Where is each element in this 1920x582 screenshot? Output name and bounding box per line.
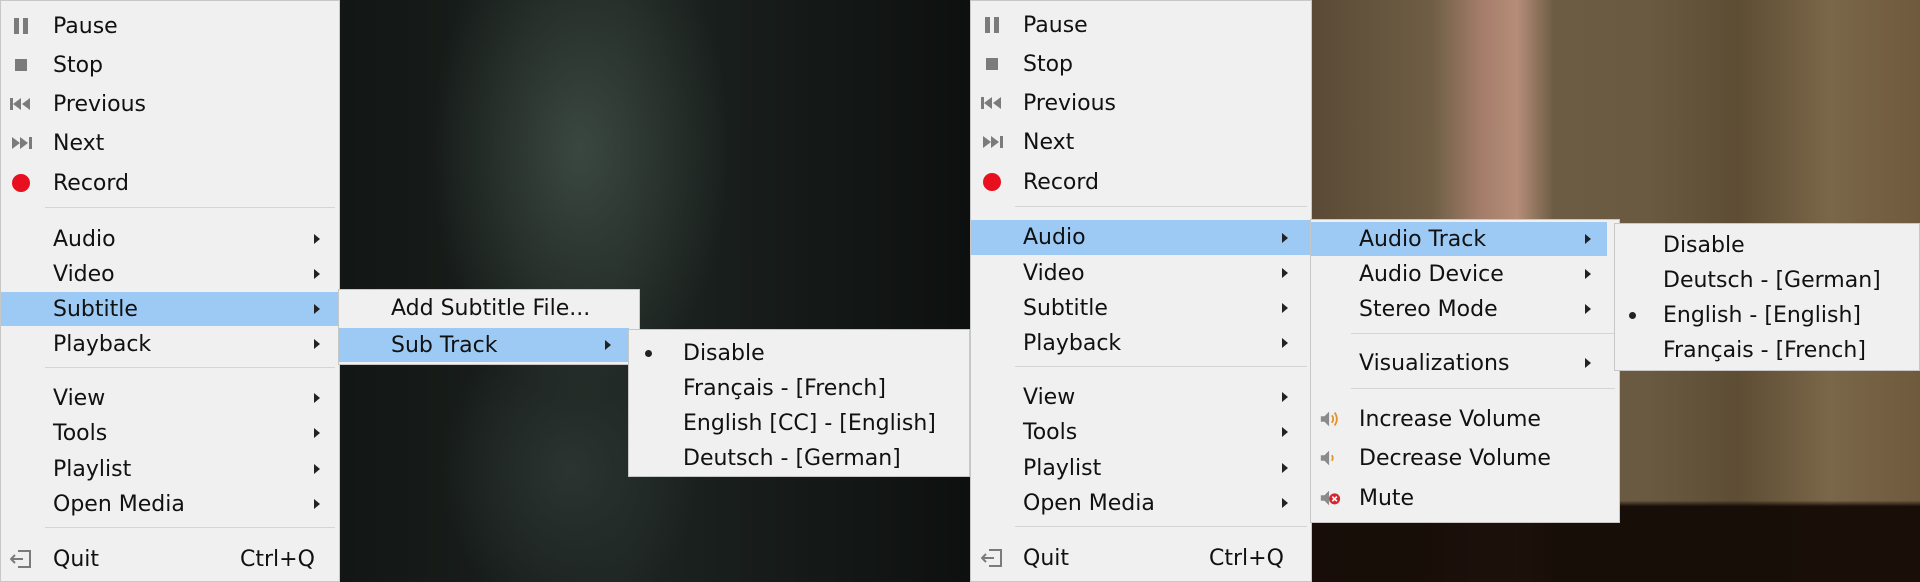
menu-item-playlist[interactable]: Playlist [971, 452, 1311, 484]
menu-item-mute[interactable]: Mute [1311, 482, 1619, 514]
menu-item-record[interactable]: Record [971, 166, 1311, 198]
menu-item-pause[interactable]: Pause [1, 10, 339, 42]
menu-item-view[interactable]: View [971, 381, 1311, 413]
menu-item-stop[interactable]: Stop [1, 49, 339, 81]
chevron-right-icon [1282, 392, 1288, 402]
chevron-right-icon [314, 464, 320, 474]
menu-item-audio-track[interactable]: Audio Track [1311, 222, 1607, 256]
menu-separator [1351, 333, 1615, 334]
volume-down-icon [1319, 447, 1341, 469]
context-menu-left: Pause Stop Previous Next Record Audio Vi… [0, 0, 340, 582]
shortcut-label: Ctrl+Q [240, 546, 315, 572]
menu-item-quit[interactable]: Quit Ctrl+Q [971, 542, 1311, 574]
menu-item-stereo-mode[interactable]: Stereo Mode [1311, 293, 1619, 325]
menu-item-quit[interactable]: Quit Ctrl+Q [1, 543, 339, 575]
chevron-right-icon [314, 339, 320, 349]
chevron-right-icon [1282, 232, 1288, 243]
menu-item-sub-track-english[interactable]: English [CC] - [English] [629, 407, 969, 439]
menu-separator [1015, 366, 1307, 367]
menu-item-audio-device[interactable]: Audio Device [1311, 258, 1619, 290]
chevron-right-icon [1585, 358, 1591, 368]
chevron-right-icon [314, 428, 320, 438]
menu-item-audio-track-english[interactable]: English - [English] [1615, 299, 1919, 331]
menu-item-pause[interactable]: Pause [971, 9, 1311, 41]
menu-item-audio[interactable]: Audio [971, 220, 1311, 255]
menu-item-playback[interactable]: Playback [971, 327, 1311, 359]
menu-item-sub-track-disable[interactable]: Disable [629, 337, 969, 369]
menu-item-playlist[interactable]: Playlist [1, 453, 339, 485]
menu-separator [1351, 388, 1615, 389]
next-icon [10, 132, 32, 154]
shortcut-label: Ctrl+Q [1209, 545, 1284, 571]
volume-up-icon [1319, 408, 1341, 430]
chevron-right-icon [314, 393, 320, 403]
menu-item-stop[interactable]: Stop [971, 48, 1311, 80]
menu-item-video[interactable]: Video [971, 257, 1311, 289]
chevron-right-icon [1282, 463, 1288, 473]
menu-separator [1015, 526, 1307, 527]
exit-icon [10, 548, 32, 570]
menu-item-audio-track-french[interactable]: Français - [French] [1615, 334, 1919, 366]
menu-item-previous[interactable]: Previous [1, 88, 339, 120]
chevron-right-icon [314, 499, 320, 509]
menu-item-add-subtitle-file[interactable]: Add Subtitle File... [339, 292, 639, 324]
menu-separator [45, 207, 335, 208]
stop-icon [10, 54, 32, 76]
mute-icon [1319, 487, 1341, 509]
bullet-icon [645, 349, 652, 357]
menu-separator [1015, 206, 1307, 207]
menu-item-decrease-volume[interactable]: Decrease Volume [1311, 442, 1619, 474]
menu-item-open-media[interactable]: Open Media [971, 487, 1311, 519]
exit-icon [981, 547, 1003, 569]
menu-item-audio-track-german[interactable]: Deutsch - [German] [1615, 264, 1919, 296]
menu-item-open-media[interactable]: Open Media [1, 488, 339, 520]
menu-item-previous[interactable]: Previous [971, 87, 1311, 119]
menu-item-audio[interactable]: Audio [1, 223, 339, 255]
next-icon [981, 131, 1003, 153]
chevron-right-icon [314, 304, 320, 314]
menu-item-next[interactable]: Next [971, 126, 1311, 158]
menu-item-audio-track-disable[interactable]: Disable [1615, 229, 1919, 261]
chevron-right-icon [1282, 268, 1288, 278]
chevron-right-icon [1282, 338, 1288, 348]
pause-icon [981, 14, 1003, 36]
menu-item-sub-track[interactable]: Sub Track [339, 328, 629, 362]
bullet-icon [1629, 311, 1636, 319]
chevron-right-icon [1585, 234, 1591, 244]
menu-separator [45, 367, 335, 368]
menu-separator [45, 527, 335, 528]
menu-item-subtitle[interactable]: Subtitle [1, 292, 339, 326]
chevron-right-icon [1585, 269, 1591, 279]
previous-icon [10, 93, 32, 115]
menu-item-sub-track-german[interactable]: Deutsch - [German] [629, 442, 969, 474]
menu-item-increase-volume[interactable]: Increase Volume [1311, 403, 1619, 435]
menu-item-record[interactable]: Record [1, 167, 339, 199]
chevron-right-icon [1282, 427, 1288, 437]
chevron-right-icon [1282, 498, 1288, 508]
subtitle-submenu: Add Subtitle File... Sub Track [338, 289, 640, 365]
chevron-right-icon [1282, 303, 1288, 313]
previous-icon [981, 92, 1003, 114]
record-icon [981, 171, 1003, 193]
context-menu-right: Pause Stop Previous Next Record Audio Vi… [970, 0, 1312, 582]
audio-track-submenu: Disable Deutsch - [German] English - [En… [1614, 223, 1920, 371]
chevron-right-icon [1585, 304, 1591, 314]
menu-item-tools[interactable]: Tools [1, 417, 339, 449]
chevron-right-icon [314, 269, 320, 279]
menu-item-playback[interactable]: Playback [1, 328, 339, 360]
chevron-right-icon [314, 234, 320, 244]
menu-item-tools[interactable]: Tools [971, 416, 1311, 448]
menu-item-video[interactable]: Video [1, 258, 339, 290]
sub-track-submenu: Disable Français - [French] English [CC]… [628, 329, 970, 477]
menu-item-view[interactable]: View [1, 382, 339, 414]
chevron-right-icon [605, 340, 611, 350]
audio-submenu: Audio Track Audio Device Stereo Mode Vis… [1310, 219, 1620, 523]
menu-item-sub-track-french[interactable]: Français - [French] [629, 372, 969, 404]
stop-icon [981, 53, 1003, 75]
menu-item-next[interactable]: Next [1, 127, 339, 159]
pause-icon [10, 15, 32, 37]
menu-item-subtitle[interactable]: Subtitle [971, 292, 1311, 324]
record-icon [10, 172, 32, 194]
menu-item-visualizations[interactable]: Visualizations [1311, 347, 1619, 379]
